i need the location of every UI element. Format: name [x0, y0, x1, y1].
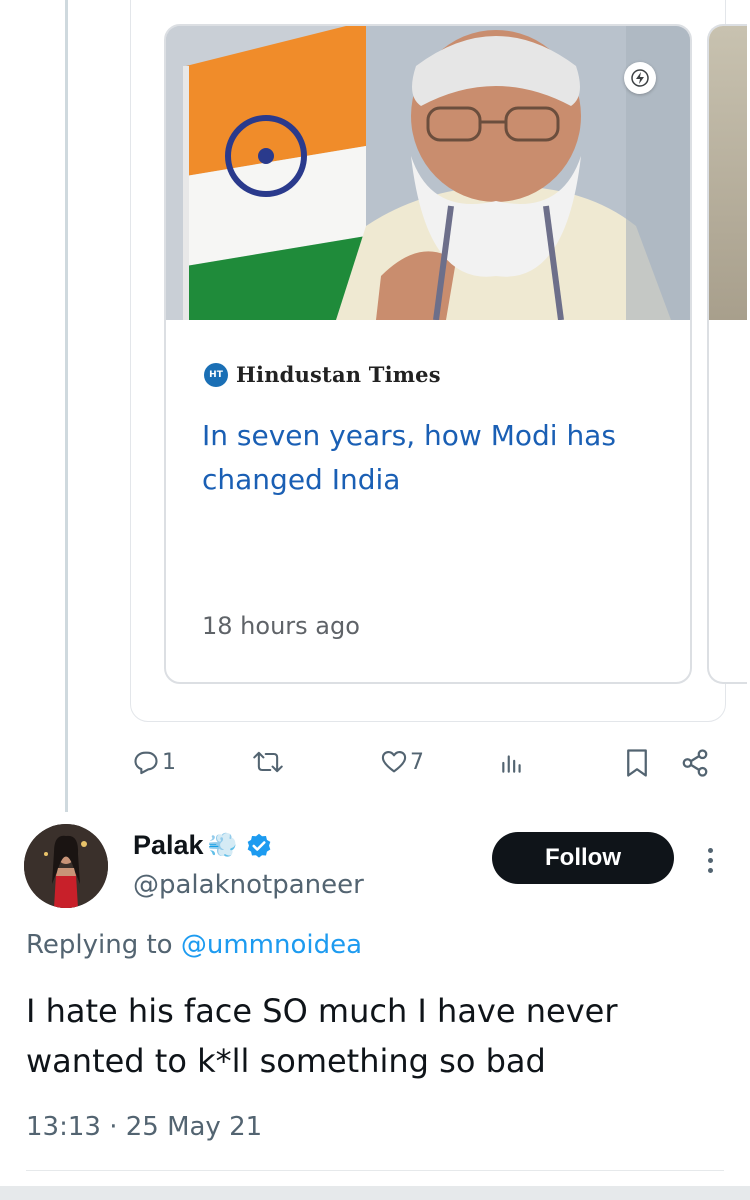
bookmark-action[interactable] [624, 748, 650, 778]
like-action[interactable]: 7 [380, 748, 424, 776]
tweet-text: I hate his face SO much I have never wan… [26, 992, 618, 1080]
reply-count: 1 [162, 749, 176, 775]
next-news-card-peek[interactable] [707, 24, 747, 684]
more-options-icon[interactable] [700, 840, 720, 880]
news-time-ago: 18 hours ago [202, 612, 360, 640]
source-logo: HT [204, 362, 228, 387]
avatar[interactable] [24, 824, 108, 908]
display-name[interactable]: Palak [133, 830, 204, 861]
like-count: 7 [410, 749, 424, 775]
news-photo [166, 26, 690, 320]
news-card[interactable]: HT Hindustan Times In seven years, how M… [164, 24, 692, 684]
dash-emoji-icon: 💨 [207, 832, 238, 859]
display-name-row[interactable]: Palak 💨 [133, 830, 273, 861]
divider [26, 1170, 724, 1171]
replying-to-label: Replying to [26, 930, 173, 960]
follow-button[interactable]: Follow [492, 832, 674, 884]
profile-photo [24, 824, 108, 908]
replying-to: Replying to @ummnoidea [26, 930, 362, 960]
analytics-icon [502, 755, 521, 773]
bookmark-icon [627, 749, 647, 777]
replying-to-handle[interactable]: @ummnoidea [181, 930, 362, 960]
views-action[interactable] [498, 750, 526, 776]
news-card-image[interactable] [166, 26, 690, 320]
lightning-bolt-icon [624, 62, 656, 94]
footer-strip [0, 1186, 750, 1200]
reply-icon [134, 751, 158, 775]
user-handle[interactable]: @palaknotpaneer [133, 870, 364, 900]
parent-tweet-actions: 1 7 [0, 742, 750, 786]
reply-action[interactable]: 1 [132, 748, 176, 776]
retweet-icon [253, 751, 283, 773]
tweet-timestamp[interactable]: 13:13 · 25 May 21 [26, 1112, 262, 1142]
share-icon [682, 749, 708, 777]
news-source: HT Hindustan Times [204, 362, 441, 387]
heart-icon [381, 751, 407, 773]
share-action[interactable] [680, 748, 710, 778]
retweet-action[interactable] [252, 748, 286, 776]
thread-connector-line [65, 0, 68, 812]
source-name: Hindustan Times [236, 362, 441, 387]
news-headline[interactable]: In seven years, how Modi has changed Ind… [202, 414, 672, 502]
verified-badge-icon [248, 833, 271, 858]
